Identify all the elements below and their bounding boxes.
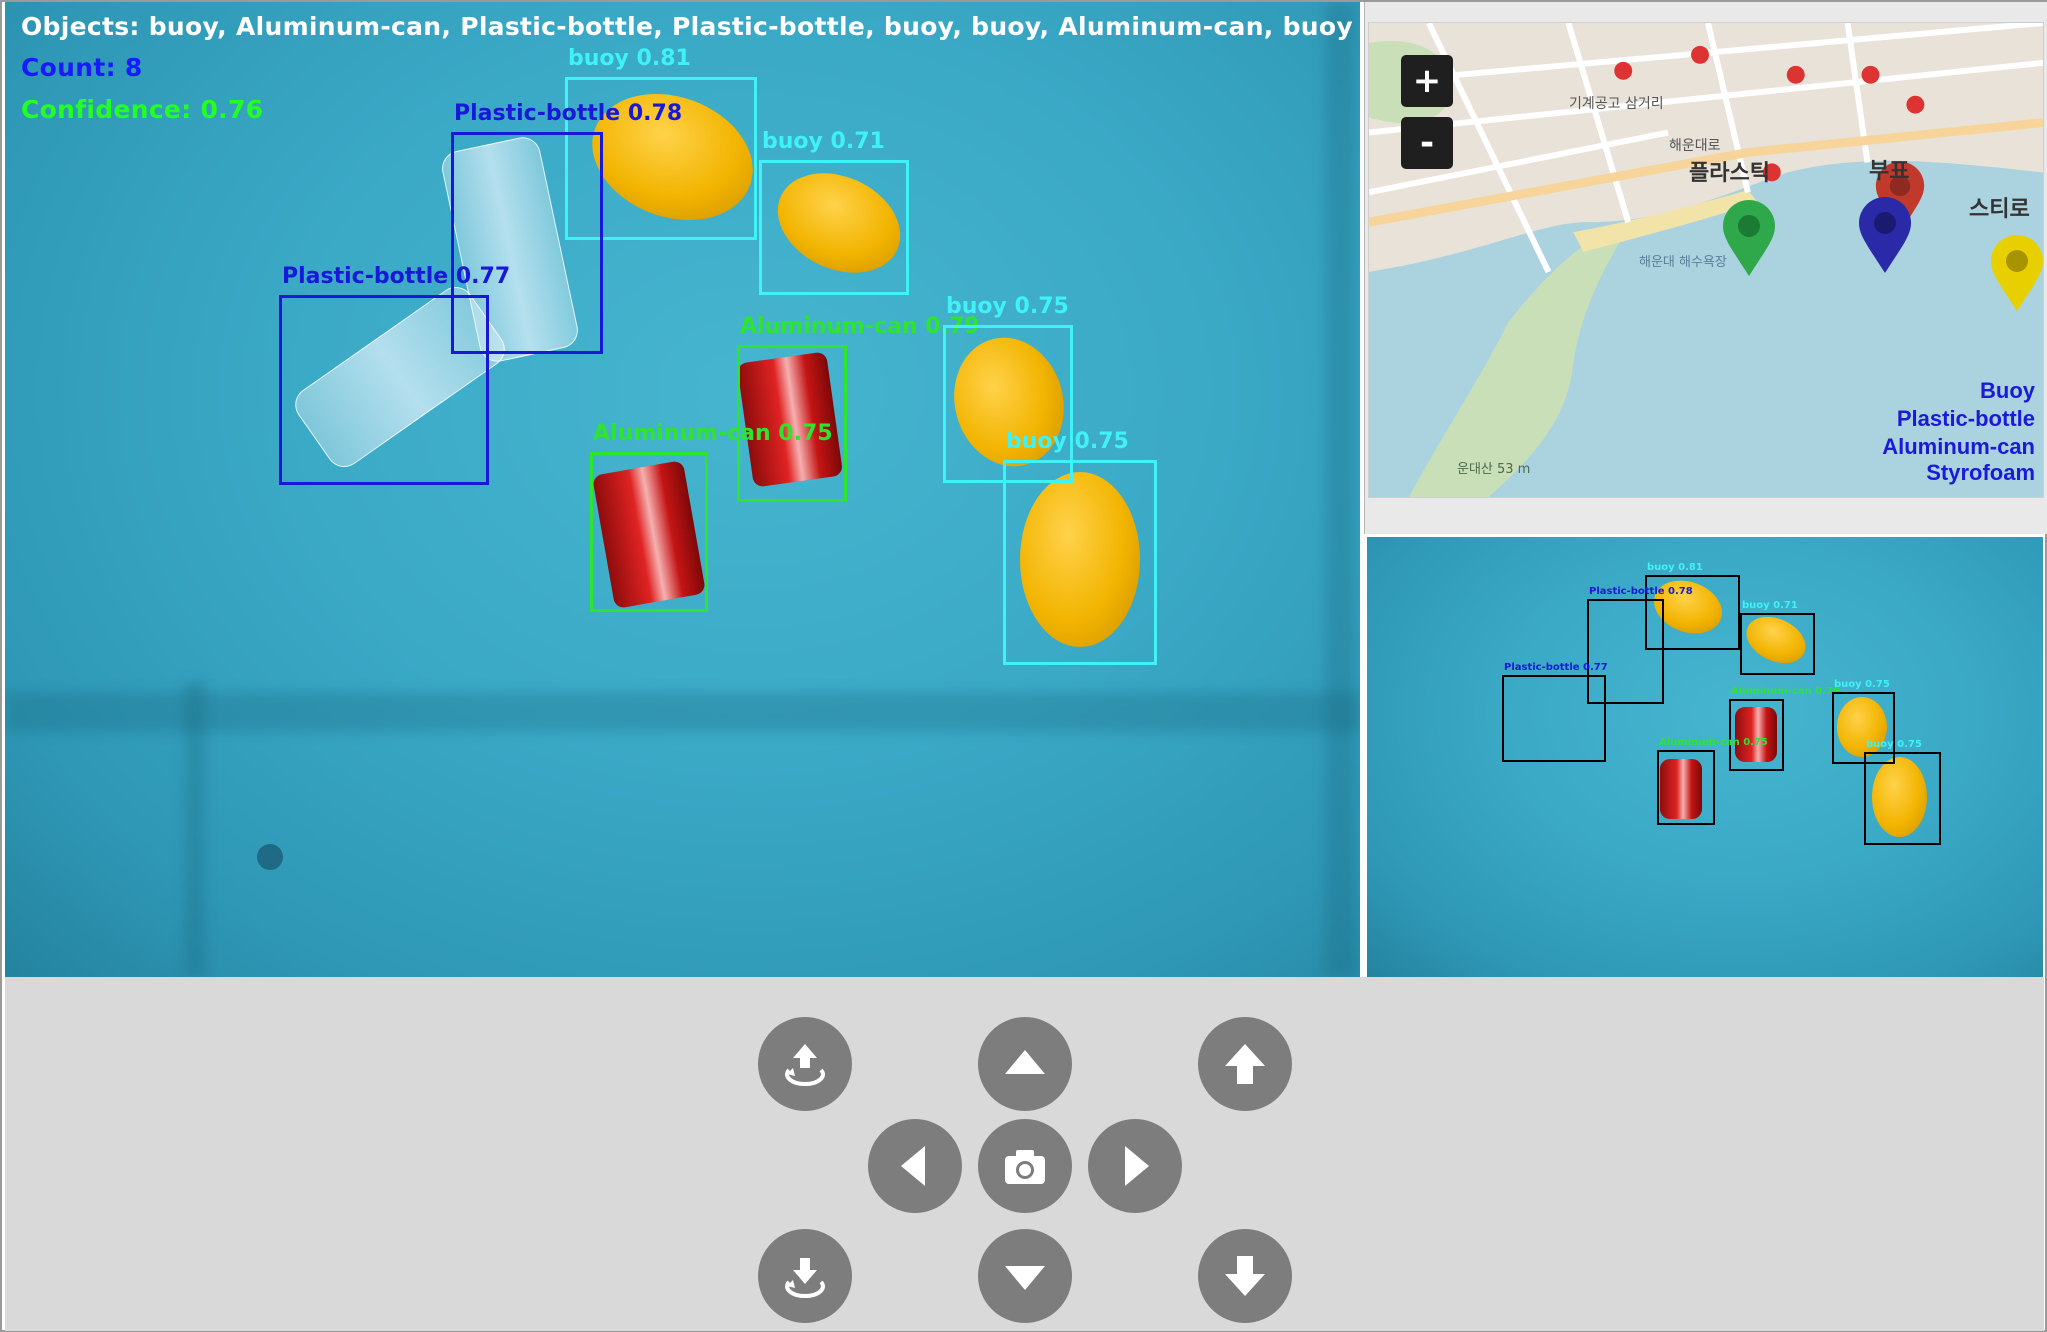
rotate-down-icon: [785, 1258, 825, 1299]
confidence-overlay: Confidence: 0.76: [21, 95, 264, 124]
map-panel: 해운대 해수욕장 운대산 53 m 기계공고 삼거리 해운대로 플라스틱 부표 …: [1364, 2, 2047, 534]
map-place-label: 부표: [1869, 159, 1910, 184]
detection-label: Plastic-bottle 0.78: [1589, 586, 1693, 597]
arrow-down-icon: [1005, 1266, 1045, 1290]
camera-icon: [1005, 1150, 1045, 1184]
detection-label: buoy 0.71: [1742, 600, 1798, 611]
secondary-camera-feed: buoy 0.81 Plastic-bottle 0.78 buoy 0.71 …: [1367, 537, 2043, 977]
detection-box-buoy: buoy 0.71: [1740, 600, 1815, 675]
bottle-location-marker[interactable]: [1857, 195, 1913, 275]
detection-box-buoy: buoy 0.71: [759, 129, 909, 295]
arrow-right-icon: [1125, 1146, 1149, 1186]
app-window: Objects: buoy, Aluminum-can, Plastic-bot…: [0, 0, 2047, 1332]
detection-box-aluminum-can: Aluminum-can 0.75: [1657, 737, 1768, 825]
move-left-button[interactable]: [868, 1119, 962, 1213]
detection-label: buoy 0.75: [1834, 679, 1890, 690]
detection-box-plastic-bottle: Plastic-bottle 0.77: [1502, 662, 1608, 762]
can-location-marker[interactable]: [1721, 198, 1777, 278]
legend-plastic-bottle: Plastic-bottle: [1896, 406, 2035, 431]
detection-label: buoy 0.75: [946, 294, 1069, 319]
detection-box-buoy: buoy 0.75: [1864, 739, 1941, 845]
arrow-left-icon: [901, 1146, 925, 1186]
fabric-fold: [185, 682, 205, 977]
legend-styrofoam: Styrofoam: [1926, 460, 2035, 485]
detection-label: Plastic-bottle 0.78: [454, 101, 683, 126]
capture-button[interactable]: [978, 1119, 1072, 1213]
detection-label: Aluminum-can 0.75: [593, 421, 833, 446]
detection-label: Aluminum-can 0.79: [1731, 686, 1840, 697]
detection-label: Plastic-bottle 0.77: [282, 264, 511, 289]
map-place-label: 기계공고 삼거리: [1569, 96, 1664, 112]
zoom-in-button[interactable]: +: [1401, 55, 1453, 107]
map-place-label: 해운대 해수욕장: [1639, 255, 1727, 270]
move-right-button[interactable]: [1088, 1119, 1182, 1213]
rotate-down-button[interactable]: [758, 1229, 852, 1323]
map-view[interactable]: 해운대 해수욕장 운대산 53 m 기계공고 삼거리 해운대로 플라스틱 부표 …: [1368, 22, 2044, 498]
ascend-icon: [1225, 1044, 1265, 1084]
detection-label: buoy 0.71: [762, 129, 885, 154]
drone-control-panel: [5, 977, 2044, 1331]
detection-box-buoy: buoy 0.75: [1003, 429, 1157, 665]
detection-label: buoy 0.75: [1866, 739, 1922, 750]
map-place-label: 해운대로: [1669, 138, 1721, 154]
detection-box-plastic-bottle: Plastic-bottle 0.77: [279, 264, 510, 485]
main-camera-feed: Objects: buoy, Aluminum-can, Plastic-bot…: [5, 2, 1360, 977]
ascend-button[interactable]: [1198, 1017, 1292, 1111]
rotate-up-icon: [785, 1044, 825, 1087]
map-place-label: 스티로: [1969, 197, 2030, 222]
move-backward-button[interactable]: [978, 1229, 1072, 1323]
grommet: [257, 844, 283, 870]
descend-icon: [1225, 1256, 1265, 1296]
detection-box-aluminum-can: Aluminum-can 0.75: [590, 421, 833, 612]
map-place-label: 플라스틱: [1689, 161, 1770, 186]
detection-label: buoy 0.81: [1647, 562, 1703, 573]
detection-label: buoy 0.75: [1006, 429, 1129, 454]
fabric-fold: [5, 692, 1360, 732]
detection-label: Plastic-bottle 0.77: [1504, 662, 1608, 673]
detection-label: Aluminum-can 0.75: [1659, 737, 1768, 748]
objects-overlay: Objects: buoy, Aluminum-can, Plastic-bot…: [21, 12, 1353, 41]
fabric-fold: [1325, 2, 1355, 977]
legend-buoy: Buoy: [1980, 378, 2035, 403]
count-overlay: Count: 8: [21, 53, 143, 82]
descend-button[interactable]: [1198, 1229, 1292, 1323]
detection-label: buoy 0.81: [568, 46, 691, 71]
map-place-label: 운대산 53 m: [1457, 462, 1531, 477]
move-forward-button[interactable]: [978, 1017, 1072, 1111]
arrow-up-icon: [1005, 1050, 1045, 1074]
detection-box-aluminum-can: Aluminum-can 0.79: [1729, 686, 1840, 771]
rotate-up-button[interactable]: [758, 1017, 852, 1111]
styrofoam-location-marker[interactable]: [1989, 233, 2044, 313]
legend-aluminum-can: Aluminum-can: [1882, 434, 2035, 459]
zoom-out-button[interactable]: -: [1401, 117, 1453, 169]
